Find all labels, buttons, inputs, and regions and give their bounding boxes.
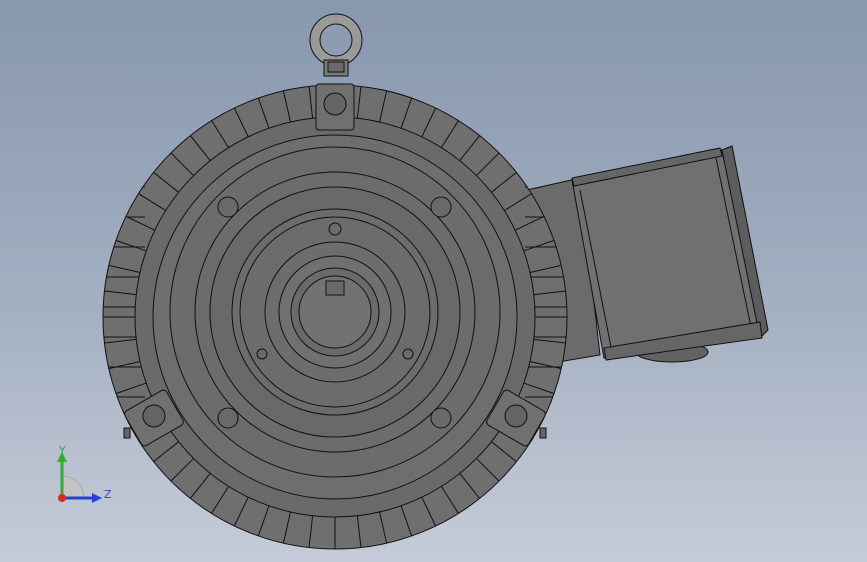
y-axis-label: Y bbox=[58, 444, 66, 457]
lifting-eye-bolt bbox=[309, 13, 363, 77]
z-axis-label: Z bbox=[104, 488, 112, 501]
x-axis-dot bbox=[58, 494, 66, 502]
motor-model[interactable] bbox=[0, 0, 867, 562]
z-axis-arrow bbox=[92, 493, 102, 503]
graphics-viewport[interactable]: Y Z bbox=[0, 0, 867, 562]
terminal-box bbox=[571, 145, 769, 361]
orientation-triad: Y Z bbox=[57, 444, 112, 503]
end-shield bbox=[152, 134, 518, 500]
